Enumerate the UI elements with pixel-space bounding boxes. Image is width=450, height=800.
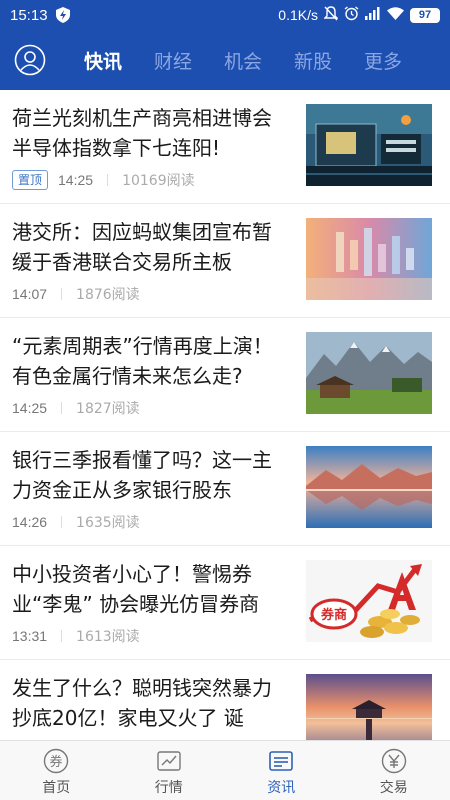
tab-caijing[interactable]: 财经 bbox=[138, 47, 208, 74]
mute-bell-icon bbox=[323, 6, 339, 24]
news-title[interactable]: 中小投资者小心了！警惕券业“李鬼” 协会曝光仿冒券商 bbox=[12, 559, 290, 619]
meta-divider bbox=[61, 516, 63, 528]
news-meta: 14:07 1876阅读 bbox=[12, 284, 140, 304]
alarm-icon bbox=[344, 6, 359, 24]
news-icon bbox=[268, 748, 294, 774]
news-time: 14:26 bbox=[12, 514, 48, 530]
nav-news[interactable]: 资讯 bbox=[225, 741, 338, 800]
news-item[interactable]: 中小投资者小心了！警惕券业“李鬼” 协会曝光仿冒券商 13:31 1613阅读 … bbox=[0, 546, 450, 660]
battery-level: 97 bbox=[410, 7, 440, 23]
category-tabs: 快讯 财经 机会 新股 更多 bbox=[68, 47, 418, 74]
news-meta: 置顶 14:25 10169阅读 bbox=[12, 170, 195, 190]
circuit-board-image[interactable] bbox=[306, 104, 432, 186]
tab-jihui[interactable]: 机会 bbox=[208, 47, 278, 74]
shield-bolt-icon bbox=[55, 7, 70, 23]
nav-market[interactable]: 行情 bbox=[113, 741, 226, 800]
top-tab-bar: 快讯 财经 机会 新股 更多 bbox=[0, 30, 450, 90]
news-item[interactable]: “元素周期表”行情再度上演！有色金属行情未来怎么走? 14:25 1827阅读 bbox=[0, 318, 450, 432]
read-count: 10169阅读 bbox=[122, 173, 195, 189]
news-meta: 13:31 1613阅读 bbox=[12, 626, 140, 646]
nav-label: 行情 bbox=[154, 780, 183, 796]
read-count: 1827阅读 bbox=[76, 401, 140, 417]
bottom-nav: 券 首页 行情 资讯 交易 bbox=[0, 740, 450, 800]
svg-text:券: 券 bbox=[50, 754, 63, 770]
signal-icon bbox=[365, 7, 381, 23]
meta-divider bbox=[61, 288, 63, 300]
tab-more[interactable]: 更多 bbox=[348, 47, 418, 74]
read-count: 1613阅读 bbox=[76, 629, 140, 645]
nav-label: 首页 bbox=[42, 780, 71, 796]
news-meta: 14:25 1827阅读 bbox=[12, 398, 140, 418]
news-title[interactable]: 港交所：因应蚂蚁集团宣布暂缓于香港联合交易所主板 bbox=[12, 217, 290, 277]
broker-label: 券商 bbox=[320, 607, 347, 623]
meta-divider bbox=[61, 402, 63, 414]
news-feed[interactable]: 荷兰光刻机生产商亮相进博会 半导体指数拿下七连阳! 置顶 14:25 10169… bbox=[0, 90, 450, 740]
news-title[interactable]: 发生了什么？聪明钱突然暴力抄底20亿！家电又火了 诞 bbox=[12, 673, 290, 733]
trade-yen-icon bbox=[381, 748, 407, 774]
wifi-icon bbox=[387, 7, 404, 23]
network-speed: 0.1K/s bbox=[278, 7, 318, 23]
mountain-cabin-image[interactable] bbox=[306, 332, 432, 414]
sunset-pier-image[interactable] bbox=[306, 674, 432, 740]
mountain-lake-image[interactable] bbox=[306, 446, 432, 528]
nav-label: 资讯 bbox=[267, 780, 296, 796]
status-time: 15:13 bbox=[10, 6, 48, 24]
home-coupon-icon: 券 bbox=[43, 748, 69, 774]
read-count: 1876阅读 bbox=[76, 287, 140, 303]
app-screen: 15:13 0.1K/s 97 快讯 财经 机会 新股 更多 荷兰光刻机生产商亮… bbox=[0, 0, 450, 800]
news-time: 13:31 bbox=[12, 628, 48, 644]
pinned-badge: 置顶 bbox=[12, 170, 49, 190]
user-profile-icon[interactable] bbox=[14, 44, 46, 76]
nav-trade[interactable]: 交易 bbox=[338, 741, 450, 800]
tab-kuaixun[interactable]: 快讯 bbox=[68, 47, 138, 74]
news-title[interactable]: 荷兰光刻机生产商亮相进博会 半导体指数拿下七连阳! bbox=[12, 103, 290, 163]
news-item[interactable]: 发生了什么？聪明钱突然暴力抄底20亿！家电又火了 诞 bbox=[0, 660, 450, 740]
nav-label: 交易 bbox=[379, 780, 408, 796]
meta-divider bbox=[61, 630, 63, 642]
news-time: 14:25 bbox=[58, 172, 94, 188]
nav-home[interactable]: 券 首页 bbox=[0, 741, 113, 800]
meta-divider bbox=[107, 174, 109, 186]
read-count: 1635阅读 bbox=[76, 515, 140, 531]
status-bar: 15:13 0.1K/s 97 bbox=[0, 0, 450, 30]
news-time: 14:07 bbox=[12, 286, 48, 302]
news-item[interactable]: 银行三季报看懂了吗？这一主力资金正从多家银行股东 14:26 1635阅读 bbox=[0, 432, 450, 546]
news-item[interactable]: 港交所：因应蚂蚁集团宣布暂缓于香港联合交易所主板 14:07 1876阅读 bbox=[0, 204, 450, 318]
news-meta: 14:26 1635阅读 bbox=[12, 512, 140, 532]
news-item[interactable]: 荷兰光刻机生产商亮相进博会 半导体指数拿下七连阳! 置顶 14:25 10169… bbox=[0, 90, 450, 204]
status-right: 0.1K/s 97 bbox=[278, 6, 440, 24]
news-title[interactable]: 银行三季报看懂了吗？这一主力资金正从多家银行股东 bbox=[12, 445, 290, 505]
news-title[interactable]: “元素周期表”行情再度上演！有色金属行情未来怎么走? bbox=[12, 331, 290, 391]
news-time: 14:25 bbox=[12, 400, 48, 416]
tab-xingu[interactable]: 新股 bbox=[278, 47, 348, 74]
stock-chart-image[interactable] bbox=[306, 218, 432, 300]
broker-coins-image[interactable]: 券商 bbox=[306, 560, 432, 642]
market-chart-icon bbox=[156, 748, 182, 774]
